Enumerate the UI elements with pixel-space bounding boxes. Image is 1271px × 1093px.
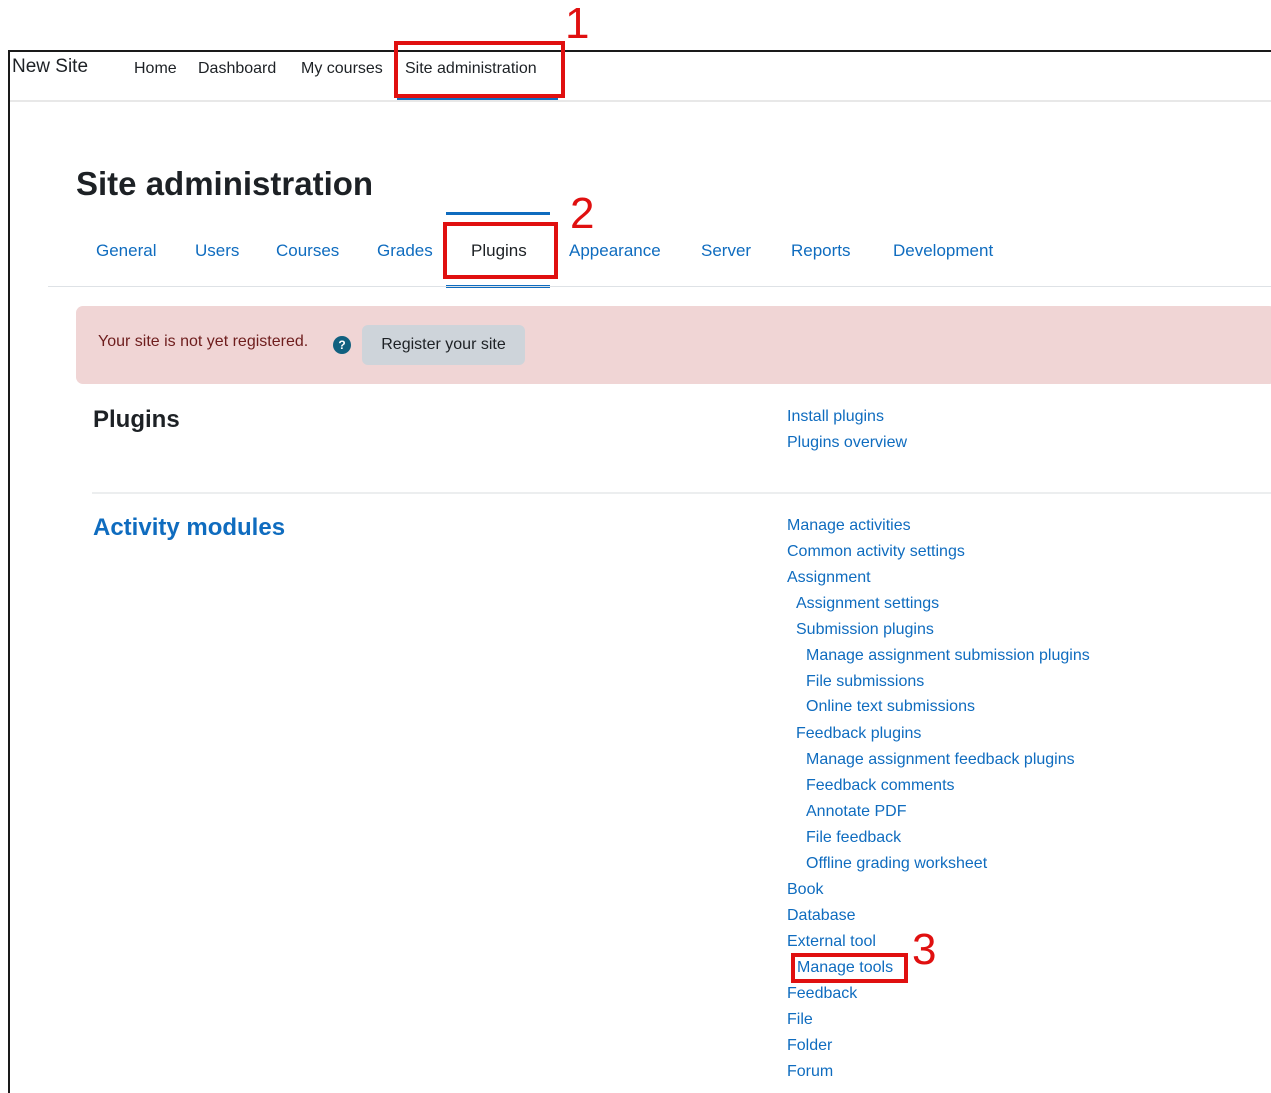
link-offline-grading-worksheet[interactable]: Offline grading worksheet <box>806 854 987 874</box>
link-external-tool[interactable]: External tool <box>787 932 876 952</box>
navbar-divider <box>10 100 1271 102</box>
link-manage-activities[interactable]: Manage activities <box>787 516 911 536</box>
nav-dashboard[interactable]: Dashboard <box>198 60 276 78</box>
section-divider <box>92 492 1271 494</box>
link-manage-submission-plugins[interactable]: Manage assignment submission plugins <box>806 646 1090 666</box>
browser-frame-left <box>8 50 10 1093</box>
tab-reports[interactable]: Reports <box>791 241 851 261</box>
link-install-plugins[interactable]: Install plugins <box>787 407 884 427</box>
site-brand[interactable]: New Site <box>12 56 88 78</box>
tab-users[interactable]: Users <box>195 241 239 261</box>
nav-home[interactable]: Home <box>134 60 177 78</box>
link-assignment-settings[interactable]: Assignment settings <box>796 594 939 614</box>
callout-number-3: 3 <box>912 925 937 974</box>
help-icon[interactable]: ? <box>333 336 351 354</box>
register-site-button[interactable]: Register your site <box>362 325 525 365</box>
link-submission-plugins[interactable]: Submission plugins <box>796 620 934 640</box>
link-annotate-pdf[interactable]: Annotate PDF <box>806 802 907 822</box>
screenshot-stage: New Site Home Dashboard My courses Site … <box>0 0 1271 1093</box>
link-online-text-submissions[interactable]: Online text submissions <box>806 697 975 717</box>
registration-alert-text: Your site is not yet registered. <box>98 333 309 350</box>
link-book[interactable]: Book <box>787 880 823 900</box>
link-file[interactable]: File <box>787 1010 813 1030</box>
link-feedback[interactable]: Feedback <box>787 984 857 1004</box>
link-assignment[interactable]: Assignment <box>787 568 871 588</box>
link-common-activity-settings[interactable]: Common activity settings <box>787 542 965 562</box>
callout-box-2 <box>443 222 558 279</box>
activity-modules-heading[interactable]: Activity modules <box>93 514 285 542</box>
link-file-feedback[interactable]: File feedback <box>806 828 901 848</box>
link-folder[interactable]: Folder <box>787 1036 832 1056</box>
link-file-submissions[interactable]: File submissions <box>806 672 924 692</box>
link-plugins-overview[interactable]: Plugins overview <box>787 433 907 453</box>
callout-box-3 <box>791 953 908 983</box>
link-manage-feedback-plugins[interactable]: Manage assignment feedback plugins <box>806 750 1075 770</box>
nav-my-courses[interactable]: My courses <box>301 60 383 78</box>
callout-number-1: 1 <box>565 0 590 48</box>
link-forum[interactable]: Forum <box>787 1062 833 1082</box>
tab-general[interactable]: General <box>96 241 156 261</box>
tab-server[interactable]: Server <box>701 241 751 261</box>
link-database[interactable]: Database <box>787 906 856 926</box>
tab-appearance[interactable]: Appearance <box>569 241 661 261</box>
tabs-divider <box>48 286 1271 287</box>
callout-number-2: 2 <box>570 189 595 238</box>
page-title: Site administration <box>76 165 374 202</box>
plugins-heading: Plugins <box>93 406 180 433</box>
tab-courses[interactable]: Courses <box>276 241 339 261</box>
link-feedback-plugins[interactable]: Feedback plugins <box>796 724 921 744</box>
tab-grades[interactable]: Grades <box>377 241 433 261</box>
callout-box-1 <box>394 41 565 98</box>
link-feedback-comments[interactable]: Feedback comments <box>806 776 955 796</box>
tab-development[interactable]: Development <box>893 241 993 261</box>
